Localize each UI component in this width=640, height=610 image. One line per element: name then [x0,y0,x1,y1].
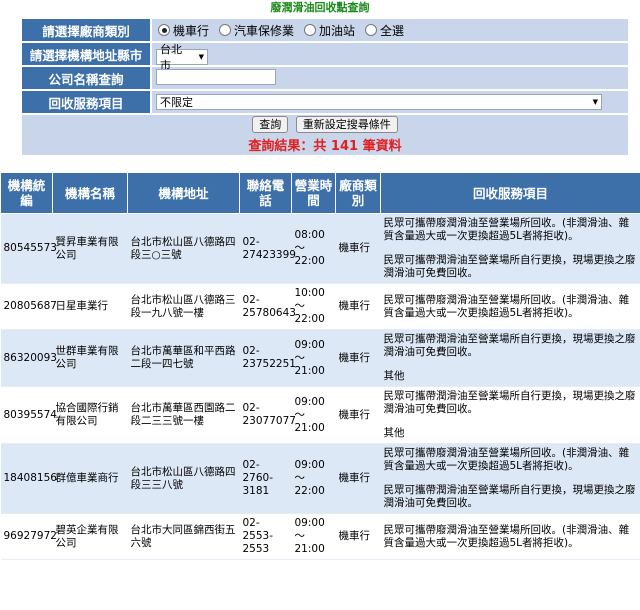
cell-name: 群億車業商行 [53,444,128,514]
chevron-down-icon: ▼ [199,53,204,61]
action-bar: 查詢 重新設定搜尋條件 查詢結果：共 141 筆資料 [22,115,628,155]
county-select[interactable]: 台北市 ▼ [156,49,208,65]
cell-hours: 10:00～22:00 [292,284,336,330]
type-radio-label: 加油站 [319,22,355,39]
search-form: 請選擇廠商類別 機車行 汽車保修業 加油站 全選 請選擇機構地址縣市 台北市 ▼ 公司… [20,17,630,157]
service-text: 民眾可攜帶廢潤滑油至營業場所回收。(非潤滑油、雜質含量過大或一次更換超過5L者將… [384,217,638,243]
cell-services: 民眾可攜帶廢潤滑油至營業場所回收。(非潤滑油、雜質含量過大或一次更換超過5L者將… [381,284,640,330]
service-label: 回收服務項目 [22,91,150,113]
cell-type: 機車行 [336,514,381,560]
type-radio[interactable] [365,24,377,36]
table-row: 80545573賢昇車業有限公司台北市松山區八德路四段三○三號02-274233… [1,214,640,284]
cell-address: 台北市松山區八德路三段一九八號一樓 [128,284,240,330]
cell-address: 台北市萬華區和平西路二段一四七號 [128,330,240,387]
cell-hours: 09:00～21:00 [292,387,336,444]
service-select-value: 不限定 [160,94,193,110]
cell-hours: 08:00～22:00 [292,214,336,284]
cell-hours: 09:00～22:00 [292,444,336,514]
county-field: 台北市 ▼ [152,43,628,65]
cell-phone: 02-2760-3181 [240,444,292,514]
header-type: 廠商類別 [336,173,381,214]
service-text: 民眾可攜帶潤滑油至營業場所自行更換，現場更換之廢潤滑油可免費回收。 [384,254,638,280]
cell-services: 民眾可攜帶潤滑油至營業場所自行更換，現場更換之廢潤滑油可免費回收。其他 [381,387,640,444]
cell-services: 民眾可攜帶廢潤滑油至營業場所回收。(非潤滑油、雜質含量過大或一次更換超過5L者將… [381,444,640,514]
cell-services: 民眾可攜帶潤滑油至營業場所自行更換，現場更換之廢潤滑油可免費回收。其他 [381,330,640,387]
cell-address: 台北市大同區錦西街五六號 [128,514,240,560]
county-label: 請選擇機構地址縣市 [22,43,150,65]
header-services: 回收服務項目 [381,173,640,214]
cell-phone: 02-27423399 [240,214,292,284]
cell-phone: 02-23077077 [240,387,292,444]
service-text: 其他 [384,427,638,440]
cell-name: 協合國際行銷有限公司 [53,387,128,444]
cell-services: 民眾可攜帶廢潤滑油至營業場所回收。(非潤滑油、雜質含量過大或一次更換超過5L者將… [381,514,640,560]
cell-phone: 02-2553-2553 [240,514,292,560]
service-text: 民眾可攜帶廢潤滑油至營業場所回收。(非潤滑油、雜質含量過大或一次更換超過5L者將… [384,447,638,473]
cell-type: 機車行 [336,387,381,444]
table-row: 20805687日星車業行台北市松山區八德路三段一九八號一樓02-2578064… [1,284,640,330]
service-text: 民眾可攜帶潤滑油至營業場所自行更換，現場更換之廢潤滑油可免費回收。 [384,390,638,416]
table-row: 18408156群億車業商行台北市松山區八德路四段三三八號02-2760-318… [1,444,640,514]
type-radio-label: 機車行 [173,22,209,39]
cell-services: 民眾可攜帶廢潤滑油至營業場所回收。(非潤滑油、雜質含量過大或一次更換超過5L者將… [381,214,640,284]
results-table: 機構統編 機構名稱 機構地址 聯絡電話 營業時間 廠商類別 回收服務項目 805… [0,172,640,560]
cell-phone: 02-25780643 [240,284,292,330]
cell-type: 機車行 [336,330,381,387]
header-address: 機構地址 [128,173,240,214]
company-name-input[interactable] [156,69,276,85]
cell-id: 96927972 [1,514,53,560]
type-field: 機車行 汽車保修業 加油站 全選 [152,19,628,41]
query-button[interactable]: 查詢 [252,116,288,133]
cell-id: 80395574 [1,387,53,444]
cell-id: 18408156 [1,444,53,514]
type-radio[interactable] [304,24,316,36]
result-count: 查詢結果：共 141 筆資料 [22,135,628,154]
cell-address: 台北市松山區八德路四段三○三號 [128,214,240,284]
cell-name: 日星車業行 [53,284,128,330]
cell-name: 世群車業有限公司 [53,330,128,387]
cell-hours: 09:00～21:00 [292,330,336,387]
header-hours: 營業時間 [292,173,336,214]
table-row: 80395574協合國際行銷有限公司台北市萬華區西園路二段二三三號一樓02-23… [1,387,640,444]
type-radio[interactable] [219,24,231,36]
results-body: 80545573賢昇車業有限公司台北市松山區八德路四段三○三號02-274233… [1,214,640,560]
cell-type: 機車行 [336,284,381,330]
type-radio-group: 機車行 汽車保修業 加油站 全選 [156,22,628,39]
results-header-row: 機構統編 機構名稱 機構地址 聯絡電話 營業時間 廠商類別 回收服務項目 [1,173,640,214]
cell-id: 86320093 [1,330,53,387]
reset-button[interactable]: 重新設定搜尋條件 [296,116,398,133]
cell-type: 機車行 [336,214,381,284]
service-text: 民眾可攜帶廢潤滑油至營業場所回收。(非潤滑油、雜質含量過大或一次更換超過5L者將… [384,294,638,320]
chevron-down-icon: ▼ [593,98,598,106]
type-radio-label: 全選 [380,22,404,39]
cell-name: 碧英企業有限公司 [53,514,128,560]
type-radio[interactable] [158,24,170,36]
table-row: 96927972碧英企業有限公司台北市大同區錦西街五六號02-2553-2553… [1,514,640,560]
header-phone: 聯絡電話 [240,173,292,214]
header-name: 機構名稱 [53,173,128,214]
table-row: 86320093世群車業有限公司台北市萬華區和平西路二段一四七號02-23752… [1,330,640,387]
service-field: 不限定 ▼ [152,91,628,113]
page-title: 廢潤滑油回收點查詢 [0,1,640,15]
header-id: 機構統編 [1,173,53,214]
cell-hours: 09:00～21:00 [292,514,336,560]
service-text: 民眾可攜帶潤滑油至營業場所自行更換，現場更換之廢潤滑油可免費回收。 [384,333,638,359]
cell-address: 台北市萬華區西園路二段二三三號一樓 [128,387,240,444]
type-radio-label: 汽車保修業 [234,22,294,39]
service-select[interactable]: 不限定 ▼ [156,94,602,110]
cell-type: 機車行 [336,444,381,514]
service-text: 民眾可攜帶廢潤滑油至營業場所回收。(非潤滑油、雜質含量過大或一次更換超過5L者將… [384,524,638,550]
cell-address: 台北市松山區八德路四段三三八號 [128,444,240,514]
cell-id: 80545573 [1,214,53,284]
name-label: 公司名稱查詢 [22,67,150,89]
type-label: 請選擇廠商類別 [22,19,150,41]
service-text: 民眾可攜帶潤滑油至營業場所自行更換，現場更換之廢潤滑油可免費回收。 [384,484,638,510]
name-field [152,67,628,89]
cell-name: 賢昇車業有限公司 [53,214,128,284]
service-text: 其他 [384,370,638,383]
cell-phone: 02-23752251 [240,330,292,387]
cell-id: 20805687 [1,284,53,330]
